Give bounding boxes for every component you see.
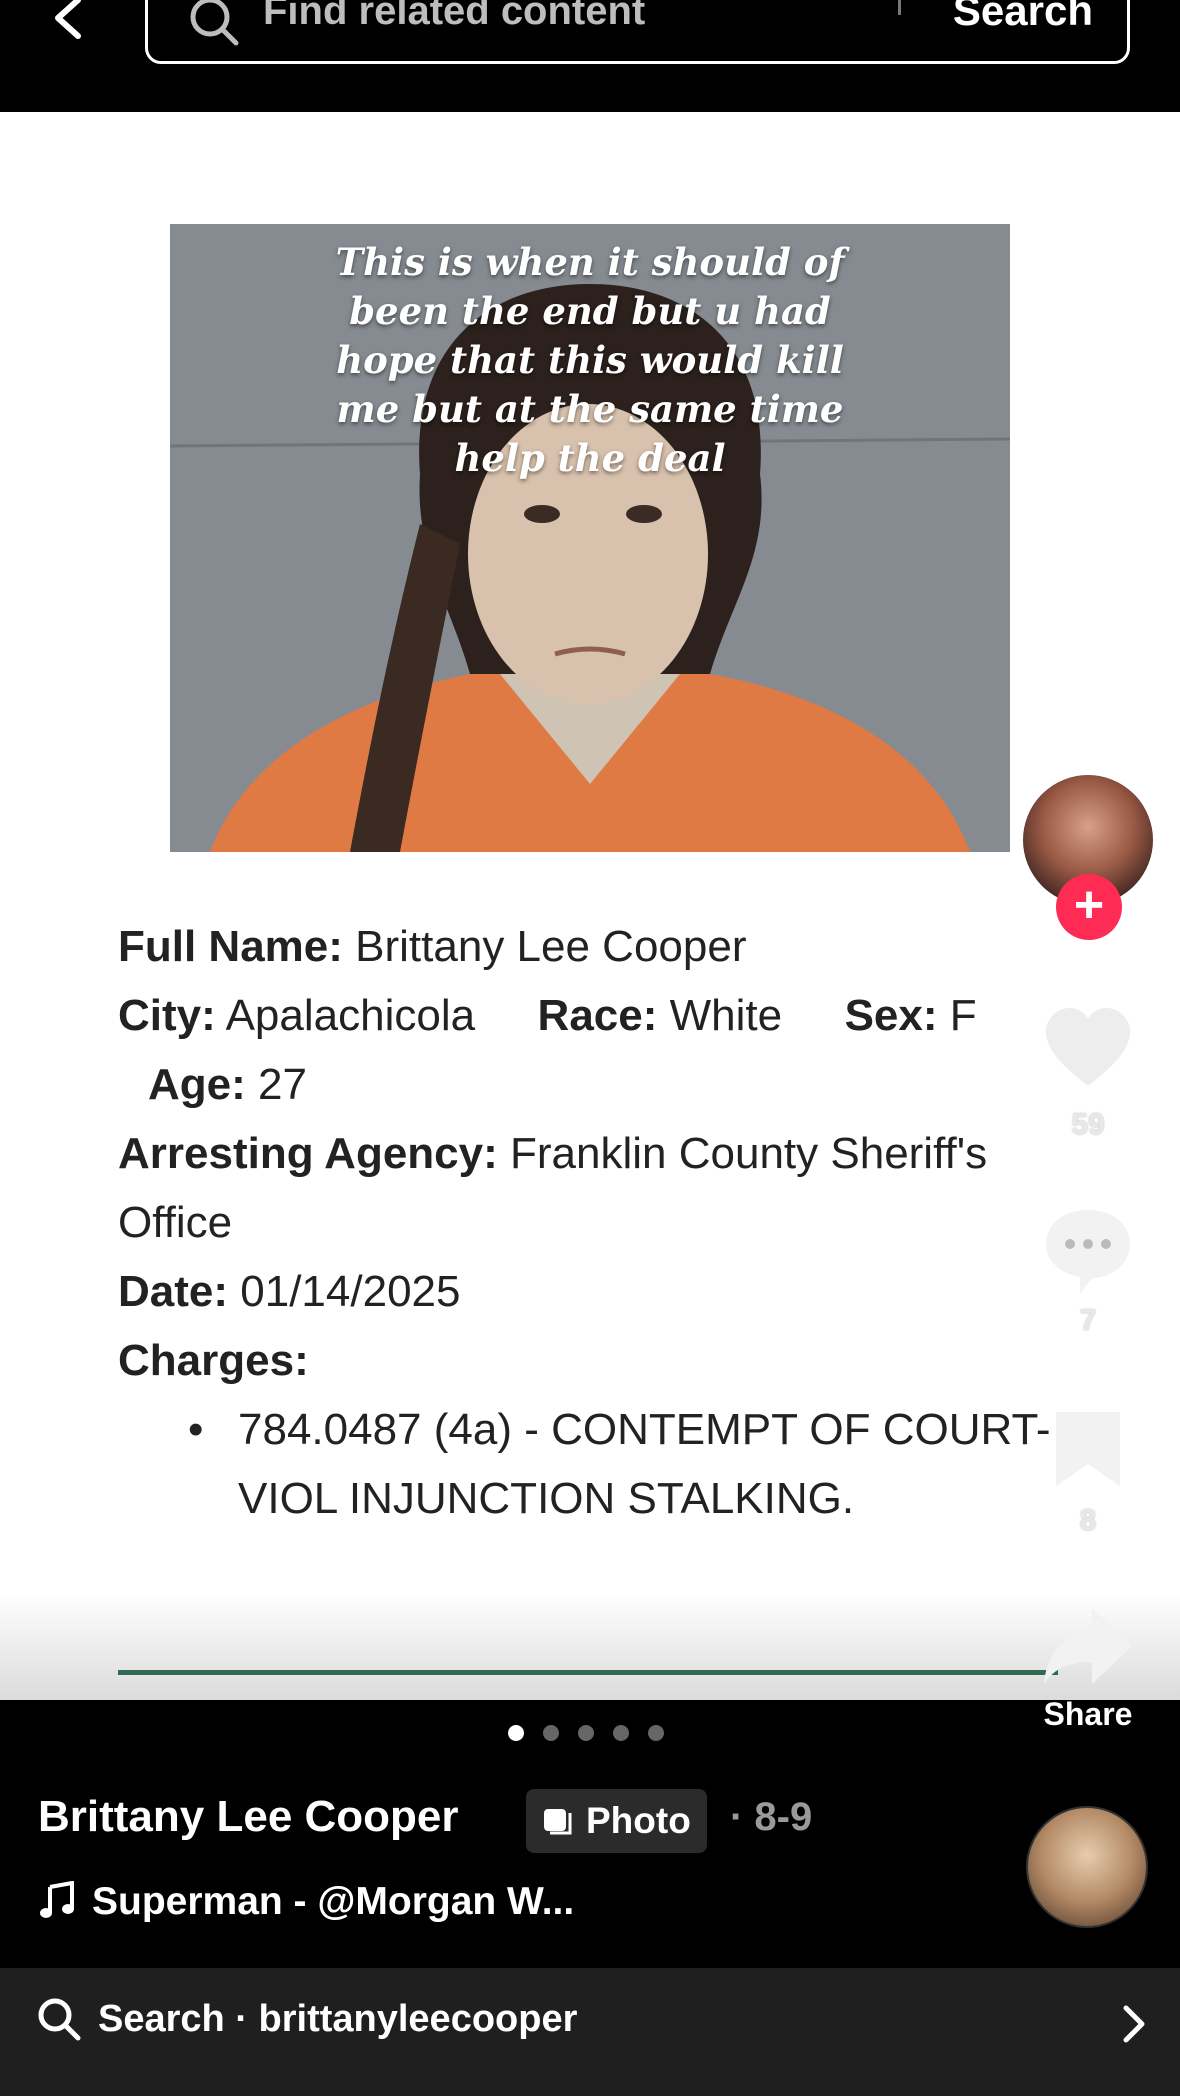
carousel-dot[interactable]	[613, 1725, 629, 1741]
charges-list: 784.0487 (4a) - CONTEMPT OF COURT- VIOL …	[118, 1395, 1068, 1533]
share-label[interactable]: Share	[1020, 1696, 1156, 1733]
post-date: · 8-9	[730, 1795, 813, 1839]
overlay-line: help the deal	[454, 436, 726, 480]
music-note-icon	[40, 1880, 74, 1918]
like-count: 59	[1071, 1108, 1105, 1141]
date-value: 01/14/2025	[240, 1267, 461, 1316]
demographics-row: City: Apalachicola Race: White Sex: F	[118, 981, 1068, 1050]
post-card[interactable]: This is when it should of been the end b…	[0, 112, 1180, 1700]
search-input[interactable]: Find related content	[263, 0, 645, 34]
save-count: 8	[1079, 1504, 1097, 1537]
charges-row: Charges:	[118, 1326, 1068, 1395]
race-label: Race:	[537, 991, 658, 1040]
overlay-caption: This is when it should of been the end b…	[170, 238, 1010, 483]
music-avatar[interactable]	[1026, 1806, 1148, 1928]
photo-badge: Photo	[526, 1789, 707, 1853]
age-label: Age:	[148, 1060, 246, 1109]
overlay-line: me but at the same time	[336, 387, 844, 431]
search-divider	[898, 0, 901, 15]
bottom-fade	[0, 1592, 1180, 1700]
top-bar: Find related content Search	[0, 0, 1180, 112]
charges-label: Charges:	[118, 1336, 309, 1385]
bottom-search-text[interactable]: Search · brittanyleecooper	[98, 1998, 577, 2041]
date-row: Date: 01/14/2025	[118, 1257, 1068, 1326]
music-info[interactable]: Superman - @Morgan W...	[38, 1880, 574, 1924]
bookmark-icon[interactable]	[1040, 1408, 1136, 1504]
search-button[interactable]: Search	[953, 0, 1093, 35]
photo-icon	[544, 1809, 572, 1835]
charge-item: 784.0487 (4a) - CONTEMPT OF COURT- VIOL …	[188, 1395, 1068, 1533]
follow-plus-icon[interactable]: +	[1056, 874, 1122, 940]
city-value: Apalachicola	[225, 991, 476, 1040]
overlay-line: been the end but u had	[349, 289, 831, 333]
comment-count: 7	[1079, 1304, 1097, 1337]
sex-value: F	[949, 991, 977, 1040]
post-image: This is when it should of been the end b…	[170, 224, 1010, 852]
overlay-line: This is when it should of	[335, 240, 845, 284]
search-icon	[186, 0, 242, 49]
carousel-dots	[508, 1725, 683, 1745]
arrest-info: Full Name: Brittany Lee Cooper City: Apa…	[118, 912, 1068, 1533]
search-icon	[36, 1996, 82, 2047]
race-value: White	[669, 991, 783, 1040]
full-name-label: Full Name:	[118, 922, 343, 971]
search-bar[interactable]: Find related content Search	[145, 0, 1130, 64]
date-label: Date:	[118, 1267, 229, 1316]
sex-label: Sex:	[844, 991, 938, 1040]
agency-row: Arresting Agency: Franklin County Sherif…	[118, 1119, 1048, 1257]
full-name-row: Full Name: Brittany Lee Cooper	[118, 912, 1068, 981]
carousel-dot[interactable]	[648, 1725, 664, 1741]
age-row: Age: 27	[118, 1050, 1068, 1119]
carousel-dot-active[interactable]	[508, 1725, 524, 1741]
bottom-search-bar[interactable]: Search · brittanyleecooper	[0, 1968, 1180, 2096]
chevron-right-icon[interactable]	[1122, 2004, 1146, 2049]
full-name-value: Brittany Lee Cooper	[355, 922, 747, 971]
music-label: Superman - @Morgan W...	[92, 1880, 575, 1923]
progress-line	[118, 1670, 1058, 1675]
city-label: City:	[118, 991, 216, 1040]
comment-icon[interactable]	[1040, 1204, 1136, 1300]
heart-icon[interactable]	[1040, 1002, 1136, 1098]
carousel-dot[interactable]	[578, 1725, 594, 1741]
photo-badge-label: Photo	[586, 1800, 691, 1841]
agency-label: Arresting Agency:	[118, 1129, 498, 1178]
carousel-dot[interactable]	[543, 1725, 559, 1741]
back-icon[interactable]	[40, 0, 96, 50]
overlay-line: hope that this would kill	[336, 338, 844, 382]
author-name[interactable]: Brittany Lee Cooper	[38, 1792, 459, 1842]
share-icon[interactable]	[1040, 1600, 1136, 1696]
age-value: 27	[258, 1060, 307, 1109]
